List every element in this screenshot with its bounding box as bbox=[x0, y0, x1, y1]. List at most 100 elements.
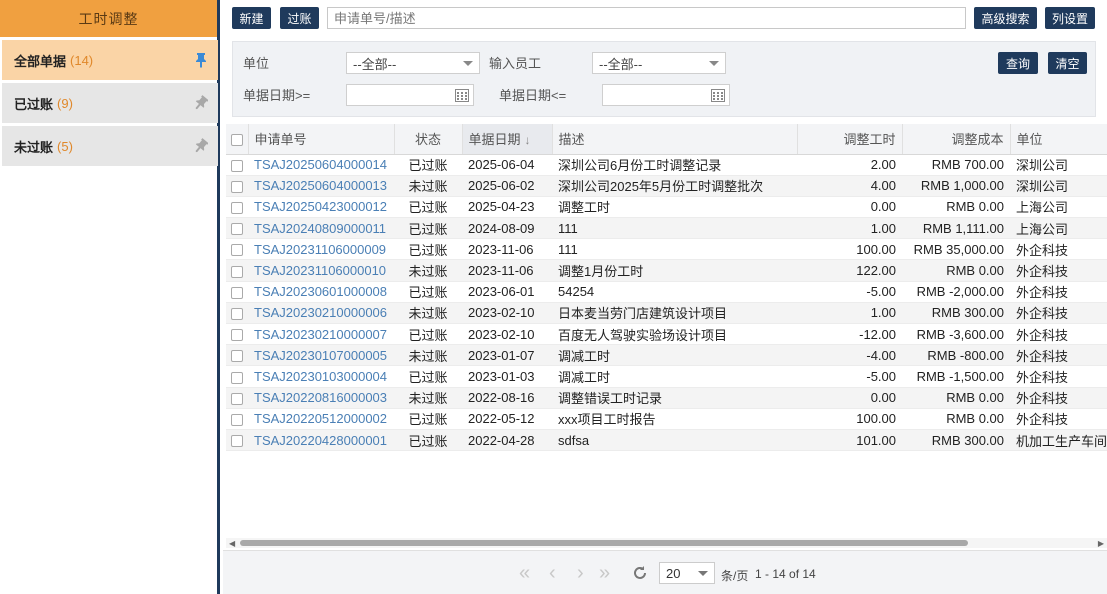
prev-page-icon[interactable]: ‹ bbox=[549, 563, 556, 583]
cell-no[interactable]: TSAJ20250604000013 bbox=[248, 175, 394, 197]
employee-select[interactable]: --全部-- bbox=[592, 52, 726, 74]
cell-date: 2022-05-12 bbox=[462, 408, 552, 430]
pin-icon[interactable] bbox=[194, 138, 208, 154]
column-header-desc[interactable]: 描述 bbox=[552, 124, 798, 155]
chevron-down-icon bbox=[709, 61, 719, 66]
row-checkbox[interactable] bbox=[231, 223, 243, 236]
column-header-date[interactable]: 单据日期 ↓ bbox=[462, 124, 553, 155]
row-checkbox[interactable] bbox=[231, 307, 243, 320]
table-row[interactable]: TSAJ20230210000007 已过账 2023-02-10 百度无人驾驶实验场… bbox=[226, 323, 1107, 346]
date-to-input[interactable] bbox=[602, 84, 730, 106]
cell-no[interactable]: TSAJ20220816000003 bbox=[248, 387, 394, 409]
calendar-icon[interactable] bbox=[455, 89, 469, 102]
column-header-no[interactable]: 申请单号 bbox=[248, 124, 395, 155]
row-checkbox[interactable] bbox=[231, 413, 243, 426]
table-row[interactable]: TSAJ20230210000006 未过账 2023-02-10 日本麦当劳门店建筑… bbox=[226, 302, 1107, 325]
next-page-icon[interactable]: › bbox=[577, 563, 584, 583]
sidebar-item-all[interactable]: 全部单据 (14) bbox=[2, 40, 218, 80]
chevron-down-icon bbox=[698, 571, 708, 576]
table-row[interactable]: TSAJ20220816000003 未过账 2022-08-16 调整错误工时记录 0… bbox=[226, 387, 1107, 409]
sidebar-item-unposted[interactable]: 未过账 (5) bbox=[2, 126, 218, 166]
cell-no[interactable]: TSAJ20230103000004 bbox=[248, 365, 394, 388]
pin-icon[interactable] bbox=[194, 95, 208, 111]
scrollbar-thumb[interactable] bbox=[240, 540, 968, 546]
cell-hours: -5.00 bbox=[797, 365, 902, 388]
row-checkbox[interactable] bbox=[231, 159, 243, 172]
cell-date: 2025-06-04 bbox=[462, 154, 552, 176]
cell-no[interactable]: TSAJ20230210000006 bbox=[248, 302, 394, 325]
table-row[interactable]: TSAJ20230107000005 未过账 2023-01-07 调减工时 -4.00… bbox=[226, 344, 1107, 367]
cell-no[interactable]: TSAJ20230107000005 bbox=[248, 344, 394, 367]
first-page-icon[interactable]: « bbox=[519, 563, 530, 583]
cell-desc: 54254 bbox=[552, 281, 797, 303]
cell-unit: 外企科技 bbox=[1010, 365, 1107, 388]
cell-status: 未过账 bbox=[394, 302, 462, 325]
horizontal-scrollbar[interactable]: ◀ ▶ bbox=[226, 538, 1107, 548]
cell-status: 已过账 bbox=[394, 429, 462, 452]
row-checkbox[interactable] bbox=[231, 244, 243, 257]
row-checkbox[interactable] bbox=[231, 286, 243, 299]
sidebar-item-posted[interactable]: 已过账 (9) bbox=[2, 83, 218, 123]
query-button[interactable]: 查询 bbox=[998, 52, 1038, 74]
row-checkbox[interactable] bbox=[231, 202, 243, 215]
date-from-input[interactable] bbox=[346, 84, 474, 106]
cell-no[interactable]: TSAJ20231106000009 bbox=[248, 238, 394, 261]
post-button[interactable]: 过账 bbox=[280, 7, 319, 29]
table-row[interactable]: TSAJ20250604000014 已过账 2025-06-04 深圳公司6月份工时… bbox=[226, 154, 1107, 176]
cell-hours: 1.00 bbox=[797, 217, 902, 240]
row-checkbox[interactable] bbox=[231, 350, 243, 363]
column-header-unit[interactable]: 单位 bbox=[1010, 124, 1107, 155]
cell-no[interactable]: TSAJ20250604000014 bbox=[248, 154, 394, 176]
cell-date: 2023-02-10 bbox=[462, 302, 552, 325]
column-header-hours[interactable]: 调整工时 bbox=[797, 124, 903, 155]
row-checkbox[interactable] bbox=[231, 371, 243, 384]
cell-no[interactable]: TSAJ20220428000001 bbox=[248, 429, 394, 452]
table-row[interactable]: TSAJ20220428000001 已过账 2022-04-28 sdfsa 101.… bbox=[226, 429, 1107, 452]
column-header-cost[interactable]: 调整成本 bbox=[902, 124, 1011, 155]
row-checkbox[interactable] bbox=[231, 392, 243, 405]
unit-select[interactable]: --全部-- bbox=[346, 52, 480, 74]
calendar-icon[interactable] bbox=[711, 89, 725, 102]
row-checkbox[interactable] bbox=[231, 265, 243, 278]
cell-no[interactable]: TSAJ20231106000010 bbox=[248, 259, 394, 282]
cell-no[interactable]: TSAJ20220512000002 bbox=[248, 408, 394, 430]
refresh-icon[interactable] bbox=[632, 565, 648, 581]
column-header-status[interactable]: 状态 bbox=[394, 124, 463, 155]
sidebar-item-count: (5) bbox=[57, 138, 73, 154]
cell-no[interactable]: TSAJ20230601000008 bbox=[248, 281, 394, 303]
cell-unit: 外企科技 bbox=[1010, 344, 1107, 367]
table-row[interactable]: TSAJ20250423000012 已过账 2025-04-23 调整工时 0.00 R… bbox=[226, 196, 1107, 219]
data-grid: 申请单号 状态 单据日期 ↓ 描述 调整工时 调整成本 单位 TSAJ202506… bbox=[226, 124, 1107, 536]
row-checkbox[interactable] bbox=[231, 180, 243, 193]
cell-hours: 101.00 bbox=[797, 429, 902, 452]
main-content: 新建 过账 高级搜索 列设置 单位 --全部-- 输入员工 --全部-- 查询 … bbox=[223, 0, 1107, 594]
column-settings-button[interactable]: 列设置 bbox=[1045, 7, 1095, 29]
sidebar-item-count: (14) bbox=[70, 52, 94, 68]
table-row[interactable]: TSAJ20220512000002 已过账 2022-05-12 xxx项目工时报告… bbox=[226, 408, 1107, 430]
row-checkbox[interactable] bbox=[231, 329, 243, 342]
table-row[interactable]: TSAJ20240809000011 已过账 2024-08-09 111 1.00 RM… bbox=[226, 217, 1107, 240]
page-size-select[interactable]: 20 bbox=[659, 562, 715, 584]
cell-no[interactable]: TSAJ20250423000012 bbox=[248, 196, 394, 219]
row-select-cell bbox=[226, 387, 248, 409]
advanced-search-button[interactable]: 高级搜索 bbox=[974, 7, 1037, 29]
new-button[interactable]: 新建 bbox=[232, 7, 271, 29]
table-row[interactable]: TSAJ20231106000009 已过账 2023-11-06 111 100.00… bbox=[226, 238, 1107, 261]
row-checkbox[interactable] bbox=[231, 435, 243, 448]
table-row[interactable]: TSAJ20250604000013 未过账 2025-06-02 深圳公司2025年… bbox=[226, 175, 1107, 197]
employee-select-value: --全部-- bbox=[599, 56, 643, 72]
pin-icon[interactable] bbox=[194, 52, 208, 68]
table-row[interactable]: TSAJ20231106000010 未过账 2023-11-06 调整1月份工时 12… bbox=[226, 259, 1107, 282]
search-input[interactable] bbox=[327, 7, 966, 29]
cell-no[interactable]: TSAJ20230210000007 bbox=[248, 323, 394, 346]
select-all-checkbox[interactable] bbox=[230, 133, 243, 146]
scroll-right-icon[interactable]: ▶ bbox=[1098, 539, 1104, 548]
cell-desc: sdfsa bbox=[552, 429, 797, 452]
clear-button[interactable]: 清空 bbox=[1048, 52, 1087, 74]
last-page-icon[interactable]: » bbox=[599, 563, 610, 583]
table-row[interactable]: TSAJ20230601000008 已过账 2023-06-01 54254 -5.0… bbox=[226, 281, 1107, 303]
scroll-left-icon[interactable]: ◀ bbox=[229, 539, 235, 548]
table-row[interactable]: TSAJ20230103000004 已过账 2023-01-03 调减工时 -5.00… bbox=[226, 365, 1107, 388]
cell-no[interactable]: TSAJ20240809000011 bbox=[248, 217, 394, 240]
cell-cost: RMB 0.00 bbox=[902, 259, 1010, 282]
